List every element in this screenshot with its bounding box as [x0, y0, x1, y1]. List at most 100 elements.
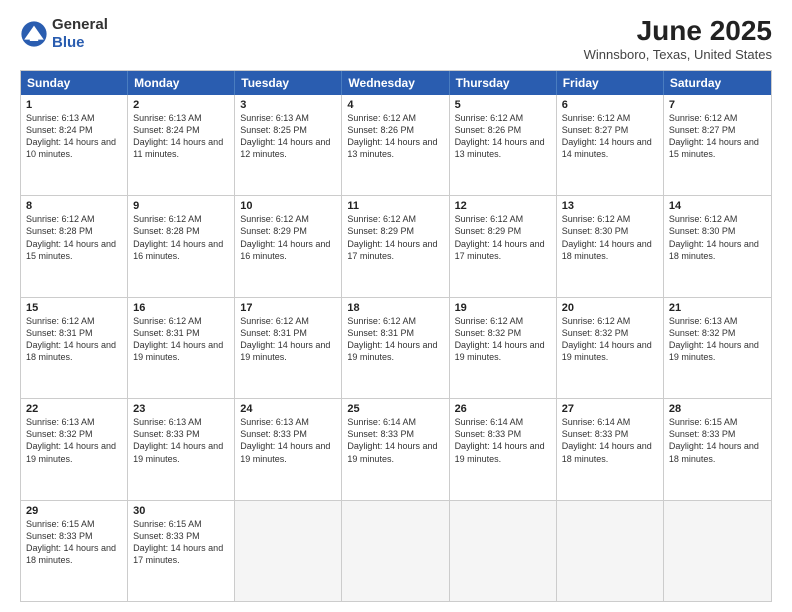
- cell-info: Sunrise: 6:12 AMSunset: 8:31 PMDaylight:…: [26, 316, 116, 362]
- table-row: 3 Sunrise: 6:13 AMSunset: 8:25 PMDaylight…: [235, 95, 342, 195]
- table-row: 14 Sunrise: 6:12 AMSunset: 8:30 PMDayligh…: [664, 196, 771, 296]
- table-row: 4Sunrise: 6:12 AMSunset: 8:26 PMDaylight…: [342, 95, 449, 195]
- table-row: 24 Sunrise: 6:13 AMSunset: 8:33 PMDayligh…: [235, 399, 342, 499]
- table-row: 22 Sunrise: 6:13 AMSunset: 8:32 PMDayligh…: [21, 399, 128, 499]
- table-row: 5Sunrise: 6:12 AMSunset: 8:26 PMDaylight…: [450, 95, 557, 195]
- table-row: [235, 501, 342, 601]
- table-row: 23 Sunrise: 6:13 AMSunset: 8:33 PMDayligh…: [128, 399, 235, 499]
- week-row-3: 15Sunrise: 6:12 AMSunset: 8:31 PMDayligh…: [21, 297, 771, 398]
- cell-info: Sunrise: 6:14 AMSunset: 8:33 PMDaylight:…: [347, 417, 437, 463]
- day-number: 21: [669, 302, 766, 314]
- col-friday: Friday: [557, 71, 664, 95]
- day-number: 28: [669, 403, 766, 415]
- cell-info: Sunrise: 6:13 AMSunset: 8:33 PMDaylight:…: [133, 417, 223, 463]
- day-number: 2: [133, 99, 229, 111]
- logo-text: General Blue: [52, 16, 108, 52]
- table-row: [450, 501, 557, 601]
- page: General Blue June 2025 Winnsboro, Texas,…: [0, 0, 792, 612]
- cell-info: Sunrise: 6:12 AMSunset: 8:31 PMDaylight:…: [347, 316, 437, 362]
- week-row-1: 1 Sunrise: 6:13 AMSunset: 8:24 PMDaylight…: [21, 95, 771, 195]
- table-row: 27 Sunrise: 6:14 AMSunset: 8:33 PMDayligh…: [557, 399, 664, 499]
- cell-info: Sunrise: 6:12 AMSunset: 8:31 PMDaylight:…: [240, 316, 330, 362]
- cell-info: Sunrise: 6:13 AMSunset: 8:32 PMDaylight:…: [26, 417, 116, 463]
- cell-info: Sunrise: 6:12 AMSunset: 8:29 PMDaylight:…: [240, 214, 330, 260]
- table-row: 10Sunrise: 6:12 AMSunset: 8:29 PMDayligh…: [235, 196, 342, 296]
- cell-info: Sunrise: 6:12 AMSunset: 8:30 PMDaylight:…: [669, 214, 759, 260]
- day-number: 9: [133, 200, 229, 212]
- table-row: 12 Sunrise: 6:12 AMSunset: 8:29 PMDayligh…: [450, 196, 557, 296]
- table-row: [664, 501, 771, 601]
- day-number: 18: [347, 302, 443, 314]
- cell-info: Sunrise: 6:12 AMSunset: 8:27 PMDaylight:…: [669, 113, 759, 159]
- day-number: 29: [26, 505, 122, 517]
- cell-info: Sunrise: 6:12 AMSunset: 8:29 PMDaylight:…: [455, 214, 545, 260]
- table-row: 1 Sunrise: 6:13 AMSunset: 8:24 PMDaylight…: [21, 95, 128, 195]
- col-saturday: Saturday: [664, 71, 771, 95]
- table-row: 25 Sunrise: 6:14 AMSunset: 8:33 PMDayligh…: [342, 399, 449, 499]
- day-number: 19: [455, 302, 551, 314]
- cell-info: Sunrise: 6:12 AMSunset: 8:30 PMDaylight:…: [562, 214, 652, 260]
- header: General Blue June 2025 Winnsboro, Texas,…: [20, 16, 772, 62]
- table-row: 8 Sunrise: 6:12 AMSunset: 8:28 PMDaylight…: [21, 196, 128, 296]
- cell-info: Sunrise: 6:14 AMSunset: 8:33 PMDaylight:…: [562, 417, 652, 463]
- table-row: 15Sunrise: 6:12 AMSunset: 8:31 PMDayligh…: [21, 298, 128, 398]
- day-number: 3: [240, 99, 336, 111]
- day-number: 17: [240, 302, 336, 314]
- day-number: 8: [26, 200, 122, 212]
- week-row-5: 29 Sunrise: 6:15 AMSunset: 8:33 PMDayligh…: [21, 500, 771, 601]
- cell-info: Sunrise: 6:15 AMSunset: 8:33 PMDaylight:…: [669, 417, 759, 463]
- cell-info: Sunrise: 6:12 AMSunset: 8:27 PMDaylight:…: [562, 113, 652, 159]
- cell-info: Sunrise: 6:13 AMSunset: 8:25 PMDaylight:…: [240, 113, 330, 159]
- table-row: 30Sunrise: 6:15 AMSunset: 8:33 PMDayligh…: [128, 501, 235, 601]
- day-number: 24: [240, 403, 336, 415]
- col-tuesday: Tuesday: [235, 71, 342, 95]
- table-row: 21 Sunrise: 6:13 AMSunset: 8:32 PMDayligh…: [664, 298, 771, 398]
- logo-icon: [20, 20, 48, 48]
- cell-info: Sunrise: 6:15 AMSunset: 8:33 PMDaylight:…: [133, 519, 223, 565]
- col-wednesday: Wednesday: [342, 71, 449, 95]
- day-number: 27: [562, 403, 658, 415]
- col-sunday: Sunday: [21, 71, 128, 95]
- logo-blue: Blue: [52, 34, 85, 51]
- calendar-body: 1 Sunrise: 6:13 AMSunset: 8:24 PMDaylight…: [21, 95, 771, 601]
- table-row: 17 Sunrise: 6:12 AMSunset: 8:31 PMDayligh…: [235, 298, 342, 398]
- day-number: 20: [562, 302, 658, 314]
- month-title: June 2025: [584, 16, 772, 47]
- location: Winnsboro, Texas, United States: [584, 47, 772, 62]
- cell-info: Sunrise: 6:13 AMSunset: 8:24 PMDaylight:…: [26, 113, 116, 159]
- table-row: 18 Sunrise: 6:12 AMSunset: 8:31 PMDayligh…: [342, 298, 449, 398]
- table-row: 20Sunrise: 6:12 AMSunset: 8:32 PMDayligh…: [557, 298, 664, 398]
- day-number: 12: [455, 200, 551, 212]
- day-number: 6: [562, 99, 658, 111]
- day-number: 22: [26, 403, 122, 415]
- cell-info: Sunrise: 6:13 AMSunset: 8:24 PMDaylight:…: [133, 113, 223, 159]
- cell-info: Sunrise: 6:13 AMSunset: 8:32 PMDaylight:…: [669, 316, 759, 362]
- week-row-4: 22 Sunrise: 6:13 AMSunset: 8:32 PMDayligh…: [21, 398, 771, 499]
- table-row: 19Sunrise: 6:12 AMSunset: 8:32 PMDayligh…: [450, 298, 557, 398]
- cell-info: Sunrise: 6:12 AMSunset: 8:28 PMDaylight:…: [26, 214, 116, 260]
- table-row: 13 Sunrise: 6:12 AMSunset: 8:30 PMDayligh…: [557, 196, 664, 296]
- day-number: 25: [347, 403, 443, 415]
- day-number: 26: [455, 403, 551, 415]
- col-monday: Monday: [128, 71, 235, 95]
- day-number: 13: [562, 200, 658, 212]
- cell-info: Sunrise: 6:12 AMSunset: 8:28 PMDaylight:…: [133, 214, 223, 260]
- table-row: 16 Sunrise: 6:12 AMSunset: 8:31 PMDayligh…: [128, 298, 235, 398]
- cell-info: Sunrise: 6:12 AMSunset: 8:29 PMDaylight:…: [347, 214, 437, 260]
- cell-info: Sunrise: 6:12 AMSunset: 8:26 PMDaylight:…: [347, 113, 437, 159]
- cell-info: Sunrise: 6:12 AMSunset: 8:26 PMDaylight:…: [455, 113, 545, 159]
- day-number: 14: [669, 200, 766, 212]
- cell-info: Sunrise: 6:15 AMSunset: 8:33 PMDaylight:…: [26, 519, 116, 565]
- day-number: 1: [26, 99, 122, 111]
- cell-info: Sunrise: 6:13 AMSunset: 8:33 PMDaylight:…: [240, 417, 330, 463]
- table-row: 11Sunrise: 6:12 AMSunset: 8:29 PMDayligh…: [342, 196, 449, 296]
- week-row-2: 8 Sunrise: 6:12 AMSunset: 8:28 PMDaylight…: [21, 195, 771, 296]
- table-row: 7Sunrise: 6:12 AMSunset: 8:27 PMDaylight…: [664, 95, 771, 195]
- table-row: 9 Sunrise: 6:12 AMSunset: 8:28 PMDaylight…: [128, 196, 235, 296]
- cell-info: Sunrise: 6:12 AMSunset: 8:31 PMDaylight:…: [133, 316, 223, 362]
- day-number: 23: [133, 403, 229, 415]
- table-row: 26Sunrise: 6:14 AMSunset: 8:33 PMDayligh…: [450, 399, 557, 499]
- calendar: Sunday Monday Tuesday Wednesday Thursday…: [20, 70, 772, 602]
- day-number: 16: [133, 302, 229, 314]
- table-row: 2 Sunrise: 6:13 AMSunset: 8:24 PMDaylight…: [128, 95, 235, 195]
